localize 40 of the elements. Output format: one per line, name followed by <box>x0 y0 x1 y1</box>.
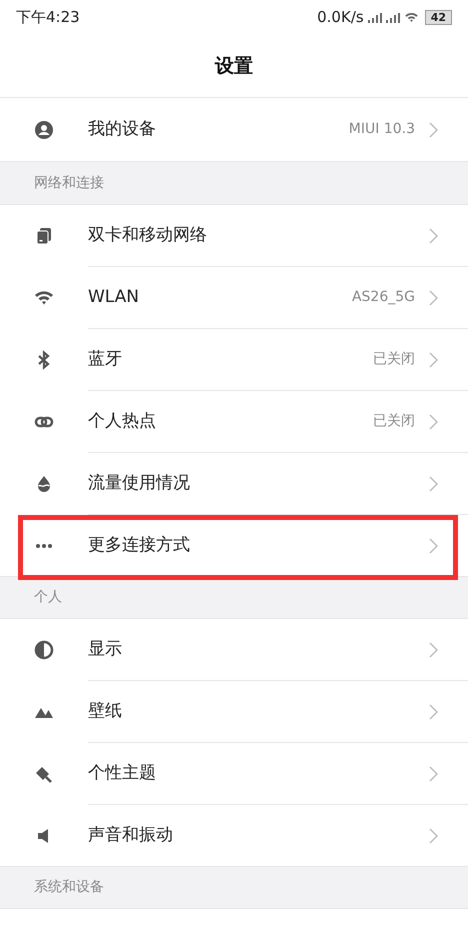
section-header: 个人 <box>34 588 62 607</box>
item-label[interactable]: 流量使用情况 <box>88 470 429 496</box>
item-label[interactable]: 个性主题 <box>88 760 429 786</box>
chevron-icon <box>429 476 438 492</box>
item-label[interactable]: 双卡和移动网络 <box>88 222 429 248</box>
item-label[interactable]: 我的设备 <box>88 116 349 142</box>
chevron-icon <box>429 766 438 782</box>
network-speed: 0.0K/s <box>317 7 364 28</box>
item-label[interactable]: 更多连接方式 <box>88 532 429 558</box>
wifi-icon <box>404 12 419 23</box>
battery-indicator: 42 <box>424 10 452 25</box>
item-label[interactable]: 声音和振动 <box>88 822 429 848</box>
chevron-icon <box>429 828 438 844</box>
item-label[interactable]: 蓝牙 <box>88 346 373 372</box>
chevron-icon <box>429 414 438 430</box>
page-title: 设置 <box>215 54 253 79</box>
chevron-icon <box>429 228 438 244</box>
chevron-icon <box>429 122 438 138</box>
item-label[interactable]: 个人热点 <box>88 408 373 434</box>
item-value: MIUI 10.3 <box>348 120 415 139</box>
contrast-icon <box>34 640 54 660</box>
person-icon <box>34 120 54 140</box>
chevron-icon <box>429 704 438 720</box>
section-header: 系统和设备 <box>34 878 104 897</box>
item-label[interactable]: 壁纸 <box>88 698 429 724</box>
item-value: 已关闭 <box>373 350 415 369</box>
item-label[interactable]: WLAN <box>88 284 352 310</box>
status-time: 下午4:23 <box>16 7 80 28</box>
chevron-icon <box>429 538 438 554</box>
item-value: AS26_5G <box>352 288 415 307</box>
signal-icon <box>386 12 400 22</box>
more-icon <box>35 542 53 548</box>
item-label[interactable]: 显示 <box>88 636 429 662</box>
signal-icon <box>368 12 382 22</box>
section-header: 网络和连接 <box>34 174 104 192</box>
item-value: 已关闭 <box>373 412 415 431</box>
chevron-icon <box>429 290 438 306</box>
chevron-icon <box>429 642 438 658</box>
chevron-icon <box>429 352 438 368</box>
paint-brush-icon <box>34 764 54 784</box>
